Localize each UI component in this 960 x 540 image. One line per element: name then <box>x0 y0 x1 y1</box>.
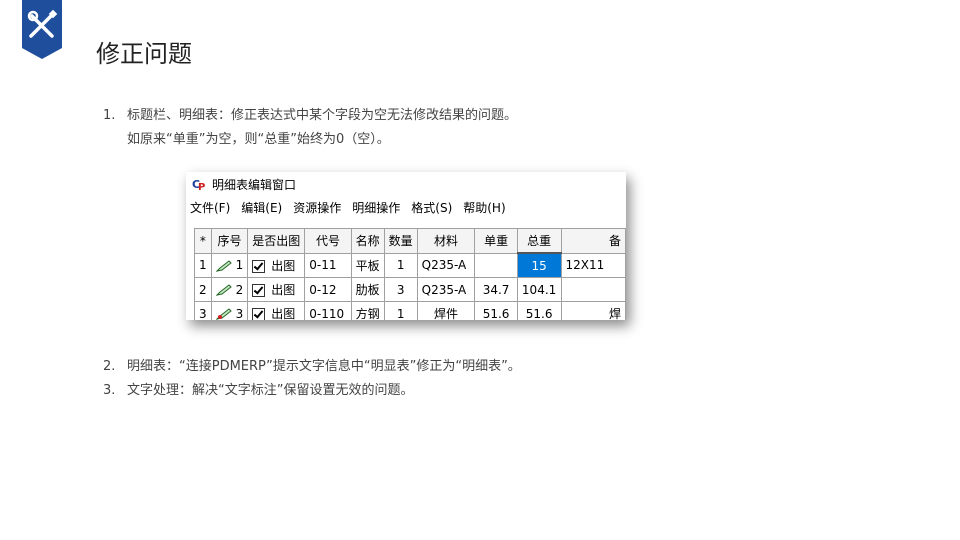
col-header[interactable]: 材料 <box>416 228 476 254</box>
edit-pencil-red-icon <box>215 308 232 320</box>
detail-table-editor-window: C P 明细表编辑窗口 文件(F) 编辑(E) 资源操作 明细操作 格式(S) … <box>186 172 626 320</box>
edit-pencil-icon <box>215 260 232 272</box>
output-checkbox[interactable] <box>252 284 266 297</box>
col-header[interactable]: 总重 <box>516 228 562 254</box>
table-row[interactable]: 1 1 出图 0-11 平板 1 Q235-A 15 12X11 <box>194 252 626 278</box>
col-header[interactable]: 单重 <box>474 228 518 254</box>
output-cell[interactable]: 出图 <box>247 252 306 278</box>
list-text: 文字处理：解决“文字标注”保留设置无效的问题。 <box>127 383 414 398</box>
app-logo-icon: C P <box>192 178 205 191</box>
issue-list-top: 1. 标题栏、明细表：修正表达式中某个字段为空无法修改结果的问题。 如原来“单重… <box>103 104 517 152</box>
code-cell[interactable]: 0-11 <box>304 252 352 278</box>
issue-list-bottom: 2. 明细表：“连接PDMERP”提示文字信息中“明显表”修正为“明细表”。 3… <box>103 355 521 403</box>
list-item: 3. 文字处理：解决“文字标注”保留设置无效的问题。 <box>103 379 521 403</box>
material-cell[interactable]: Q235-A <box>416 252 476 278</box>
list-subtext: 如原来“单重”为空，则“总重”始终为0（空）。 <box>127 132 390 147</box>
list-text: 明细表：“连接PDMERP”提示文字信息中“明显表”修正为“明细表”。 <box>127 359 521 374</box>
menu-file[interactable]: 文件(F) <box>190 199 230 216</box>
total-weight-cell[interactable]: 51.6 <box>516 301 562 320</box>
col-header[interactable]: 数量 <box>383 228 418 254</box>
row-number: 2 <box>194 277 212 302</box>
table-row[interactable]: 2 2 出图 0-12 肋板 3 Q235-A 34.7 104.1 <box>194 277 626 302</box>
output-checkbox[interactable] <box>252 259 266 273</box>
output-cell[interactable]: 出图 <box>247 301 306 320</box>
material-cell[interactable]: 焊件 <box>416 301 476 320</box>
output-checkbox[interactable] <box>252 308 266 320</box>
name-cell[interactable]: 方钢 <box>350 301 385 320</box>
unit-weight-cell[interactable] <box>474 252 518 278</box>
page-title: 修正问题 <box>96 40 192 68</box>
list-number: 3. <box>103 383 116 398</box>
note-cell[interactable] <box>560 277 626 302</box>
table-header-row: * 序号 是否出图 代号 名称 数量 材料 单重 总重 备 <box>194 228 626 254</box>
material-cell[interactable]: Q235-A <box>416 277 476 302</box>
window-titlebar: C P 明细表编辑窗口 <box>186 172 626 196</box>
row-number: 3 <box>194 301 212 320</box>
seq-cell[interactable]: 1 <box>210 252 249 278</box>
qty-cell[interactable]: 3 <box>383 277 418 302</box>
menu-edit[interactable]: 编辑(E) <box>241 199 282 216</box>
list-number: 2. <box>103 359 116 374</box>
qty-cell[interactable]: 1 <box>383 301 418 320</box>
seq-cell[interactable]: 2 <box>210 277 249 302</box>
window-title: 明细表编辑窗口 <box>212 177 297 192</box>
menu-resource[interactable]: 资源操作 <box>293 199 341 216</box>
seq-cell[interactable]: 3 <box>210 301 249 320</box>
col-header[interactable]: 代号 <box>304 228 352 254</box>
col-header[interactable]: 序号 <box>210 228 249 254</box>
detail-table: * 序号 是否出图 代号 名称 数量 材料 单重 总重 备 1 1 出图 0-1… <box>194 228 626 320</box>
edit-pencil-icon <box>215 284 232 296</box>
menu-format[interactable]: 格式(S) <box>411 199 452 216</box>
col-header[interactable]: 名称 <box>350 228 385 254</box>
menu-detail[interactable]: 明细操作 <box>352 199 400 216</box>
col-header[interactable]: 备 <box>560 228 626 254</box>
note-cell[interactable]: 12X11 <box>560 252 626 278</box>
svg-text:P: P <box>198 182 205 191</box>
name-cell[interactable]: 肋板 <box>350 277 385 302</box>
code-cell[interactable]: 0-12 <box>304 277 352 302</box>
tools-badge-icon <box>22 0 62 59</box>
table-row[interactable]: 3 3 出图 0-110 方钢 1 焊件 51.6 51.6 焊 <box>194 301 626 320</box>
unit-weight-cell[interactable]: 51.6 <box>474 301 518 320</box>
col-header[interactable]: * <box>194 228 212 254</box>
menu-bar: 文件(F) 编辑(E) 资源操作 明细操作 格式(S) 帮助(H) <box>186 196 626 218</box>
list-number: 1. <box>103 108 116 123</box>
row-number: 1 <box>194 252 212 278</box>
list-item: 2. 明细表：“连接PDMERP”提示文字信息中“明显表”修正为“明细表”。 <box>103 355 521 379</box>
qty-cell[interactable]: 1 <box>383 252 418 278</box>
name-cell[interactable]: 平板 <box>350 252 385 278</box>
list-text: 标题栏、明细表：修正表达式中某个字段为空无法修改结果的问题。 <box>127 108 518 123</box>
code-cell[interactable]: 0-110 <box>304 301 352 320</box>
unit-weight-cell[interactable]: 34.7 <box>474 277 518 302</box>
col-header[interactable]: 是否出图 <box>247 228 306 254</box>
note-cell[interactable]: 焊 <box>560 301 626 320</box>
menu-help[interactable]: 帮助(H) <box>463 199 505 216</box>
total-weight-cell-selected[interactable]: 15 <box>516 252 562 278</box>
total-weight-cell[interactable]: 104.1 <box>516 277 562 302</box>
output-cell[interactable]: 出图 <box>247 277 306 302</box>
list-item: 1. 标题栏、明细表：修正表达式中某个字段为空无法修改结果的问题。 <box>103 104 517 128</box>
